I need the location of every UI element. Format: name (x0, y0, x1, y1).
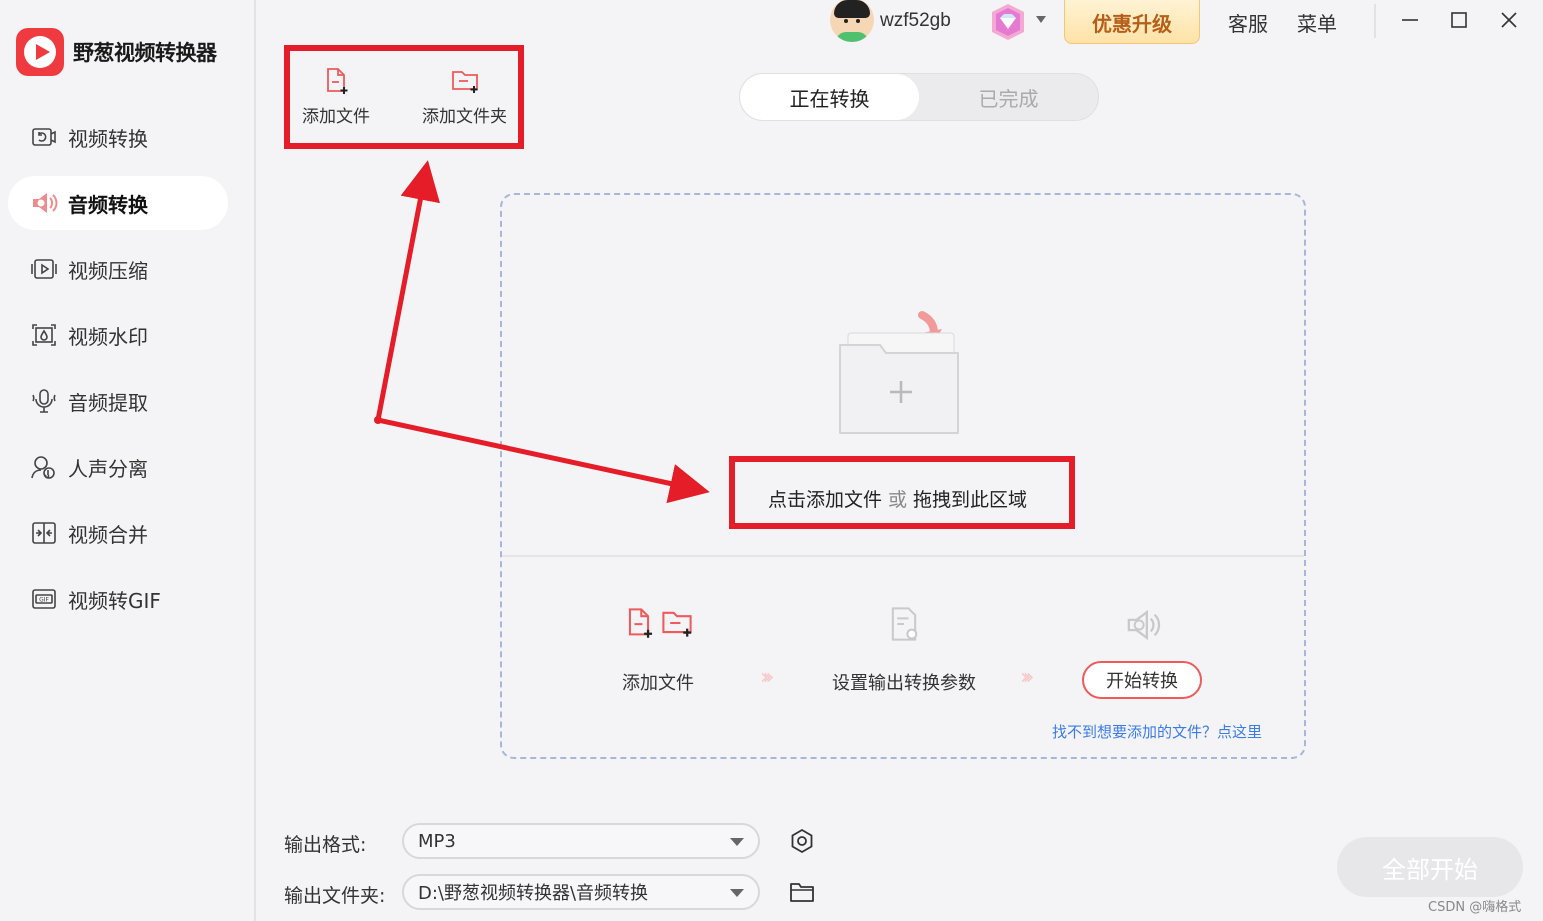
sidebar-nav: 视频转换 音频转换 视频压缩 视频水印 音频提取 人声分离 视频合并 GIF 视… (8, 110, 228, 638)
add-folder-icon (662, 611, 692, 637)
sidebar-item-video-gif[interactable]: GIF 视频转GIF (8, 572, 228, 626)
audio-convert-icon (30, 189, 58, 217)
chevron-down-icon (730, 838, 744, 846)
avatar[interactable] (830, 0, 874, 42)
sidebar-item-label: 音频转换 (68, 192, 148, 217)
start-all-button[interactable]: 全部开始 (1337, 837, 1523, 897)
audio-extract-icon (30, 387, 58, 415)
add-file-icon (628, 608, 653, 638)
video-convert-icon (30, 123, 58, 151)
user-account[interactable]: wzf52gb (830, 0, 951, 42)
step-arrow-icon: ››› (1020, 665, 1035, 690)
settings-file-icon (891, 607, 918, 641)
step-set-params-label: 设置输出转换参数 (832, 673, 976, 694)
output-folder-select[interactable]: D:\野葱视频转换器\音频转换 (402, 874, 760, 910)
output-format-value: MP3 (418, 830, 456, 852)
sidebar-item-video-convert[interactable]: 视频转换 (8, 110, 228, 164)
sidebar-item-label: 视频转换 (68, 126, 148, 151)
app-brand: 野葱视频转换器 (16, 28, 217, 76)
sidebar-item-video-watermark[interactable]: 视频水印 (8, 308, 228, 362)
svg-text:GIF: GIF (39, 597, 49, 604)
help-link[interactable]: 找不到想要添加的文件？点这里 (1052, 721, 1262, 742)
minimize-button[interactable] (1398, 8, 1422, 32)
watermark-text: CSDN @嗨格式 (1428, 900, 1522, 915)
sidebar-item-audio-extract[interactable]: 音频提取 (8, 374, 228, 428)
video-merge-icon (30, 519, 58, 547)
sidebar-item-video-compress[interactable]: 视频压缩 (8, 242, 228, 296)
sidebar-item-label: 视频合并 (68, 522, 148, 547)
video-compress-icon (30, 255, 58, 283)
app-title: 野葱视频转换器 (73, 41, 217, 65)
username: wzf52gb (880, 10, 951, 31)
upgrade-button[interactable]: 优惠升级 (1064, 0, 1200, 44)
close-button[interactable] (1497, 8, 1521, 32)
folder-drop-icon (839, 311, 959, 434)
close-icon (1501, 12, 1517, 28)
video-watermark-icon (30, 321, 58, 349)
tab-completed[interactable]: 已完成 (919, 74, 1098, 120)
conversion-tabs: 正在转换 已完成 (739, 73, 1099, 121)
tab-converting[interactable]: 正在转换 (740, 74, 919, 120)
maximize-icon (1451, 12, 1467, 28)
menu-link[interactable]: 菜单 (1297, 8, 1337, 37)
minimize-icon (1402, 19, 1418, 21)
output-format-select[interactable]: MP3 (402, 823, 760, 859)
output-format-label: 输出格式: (284, 834, 367, 856)
sidebar: 野葱视频转换器 视频转换 音频转换 视频压缩 视频水印 音频提取 人声分离 视频… (0, 0, 256, 921)
audio-convert-icon (1127, 609, 1161, 641)
sidebar-item-label: 视频转GIF (68, 588, 161, 613)
chevron-down-icon[interactable] (1036, 16, 1046, 23)
voice-separate-icon (30, 453, 58, 481)
sidebar-item-audio-convert[interactable]: 音频转换 (8, 176, 228, 230)
chevron-down-icon (730, 889, 744, 897)
sidebar-item-label: 人声分离 (68, 456, 148, 481)
dropzone-divider (502, 555, 1304, 557)
customer-service-link[interactable]: 客服 (1228, 8, 1268, 37)
step-arrow-icon: ››› (760, 665, 775, 690)
output-folder-value: D:\野葱视频转换器\音频转换 (418, 883, 649, 904)
step-add-file: 添加文件 (622, 605, 694, 695)
annotation-box-toolbar (284, 45, 524, 149)
maximize-button[interactable] (1447, 8, 1471, 32)
video-gif-icon: GIF (30, 585, 58, 613)
sidebar-item-label: 音频提取 (68, 390, 148, 415)
step-set-params: 设置输出转换参数 (832, 605, 976, 695)
open-folder-icon[interactable] (789, 879, 815, 905)
start-convert-button[interactable]: 开始转换 (1082, 661, 1202, 699)
sidebar-item-label: 视频压缩 (68, 258, 148, 283)
output-folder-label: 输出文件夹: (284, 885, 386, 907)
format-settings-icon[interactable] (789, 828, 815, 854)
app-logo-icon (16, 28, 64, 76)
sidebar-item-label: 视频水印 (68, 324, 148, 349)
annotation-arrow-to-toolbar (375, 160, 440, 421)
vip-diamond-icon[interactable] (988, 2, 1028, 42)
topbar-divider (1374, 4, 1376, 38)
sidebar-item-voice-separate[interactable]: 人声分离 (8, 440, 228, 494)
step-add-file-label: 添加文件 (622, 673, 694, 694)
sidebar-item-video-merge[interactable]: 视频合并 (8, 506, 228, 560)
annotation-box-hint (729, 456, 1075, 529)
